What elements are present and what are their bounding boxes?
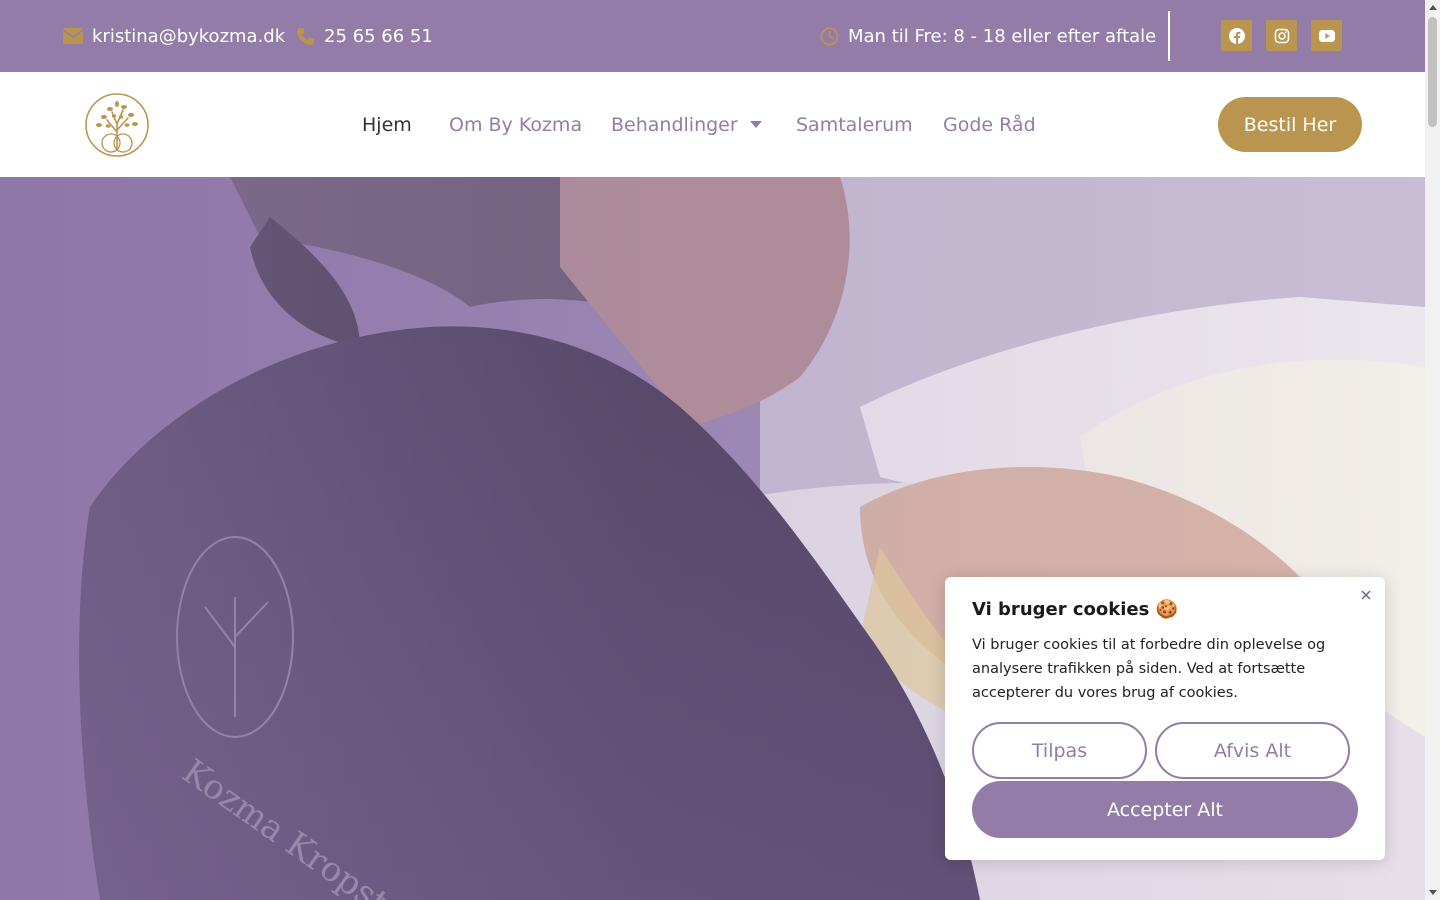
site-logo[interactable]: [84, 92, 150, 158]
instagram-link[interactable]: [1266, 20, 1297, 51]
phone-icon: [294, 25, 316, 47]
instagram-icon: [1274, 28, 1289, 43]
cookie-text: Vi bruger cookies til at forbedre din op…: [972, 637, 1326, 701]
phone-contact[interactable]: 25 65 66 51: [294, 0, 433, 72]
cookie-dialog: Vi bruger cookies 🍪 Vi bruger cookies ti…: [945, 577, 1385, 860]
facebook-icon: [1228, 27, 1245, 44]
nav-item-gode-raad[interactable]: Gode Råd: [943, 72, 1036, 177]
nav-item-label: Behandlinger: [611, 113, 738, 136]
reject-all-button[interactable]: Afvis Alt: [1155, 722, 1350, 779]
nav-item-label: Samtalerum: [796, 113, 913, 136]
main-nav: Hjem Om By Kozma Behandlinger Samtalerum…: [0, 72, 1425, 177]
hours-text: Man til Fre: 8 - 18 eller efter aftale: [848, 25, 1157, 47]
page-scrollbar[interactable]: [1425, 0, 1440, 900]
clock-icon: [818, 25, 840, 47]
nav-item-hjem[interactable]: Hjem: [362, 72, 412, 177]
phone-text[interactable]: 25 65 66 51: [324, 26, 433, 47]
book-button[interactable]: Bestil Her: [1218, 97, 1362, 152]
nav-item-label: Hjem: [362, 113, 412, 136]
nav-item-om-by-kozma[interactable]: Om By Kozma: [449, 72, 582, 177]
scroll-down-arrow-icon[interactable]: [1425, 885, 1440, 900]
caret-down-icon: [749, 121, 762, 128]
youtube-link[interactable]: [1311, 20, 1342, 51]
topbar-divider: [1168, 11, 1170, 61]
top-bar: kristina@bykozma.dk 25 65 66 51 Man til …: [0, 0, 1425, 72]
facebook-link[interactable]: [1221, 20, 1252, 51]
nav-item-behandlinger[interactable]: Behandlinger: [611, 72, 762, 177]
accept-all-button[interactable]: Accepter Alt: [972, 781, 1358, 838]
opening-hours: Man til Fre: 8 - 18 eller efter aftale: [818, 0, 1156, 72]
email-contact[interactable]: kristina@bykozma.dk: [62, 0, 285, 72]
customize-button[interactable]: Tilpas: [972, 722, 1147, 779]
nav-item-label: Om By Kozma: [449, 113, 583, 136]
nav-item-label: Gode Råd: [943, 113, 1036, 136]
scroll-thumb[interactable]: [1428, 17, 1437, 127]
email-text[interactable]: kristina@bykozma.dk: [92, 26, 285, 47]
youtube-icon: [1318, 29, 1335, 42]
nav-item-samtalerum[interactable]: Samtalerum: [796, 72, 913, 177]
close-icon[interactable]: [1358, 587, 1374, 603]
cookie-title: Vi bruger cookies 🍪: [972, 599, 1179, 620]
envelope-icon: [62, 25, 84, 47]
scroll-up-arrow-icon[interactable]: [1425, 0, 1440, 15]
